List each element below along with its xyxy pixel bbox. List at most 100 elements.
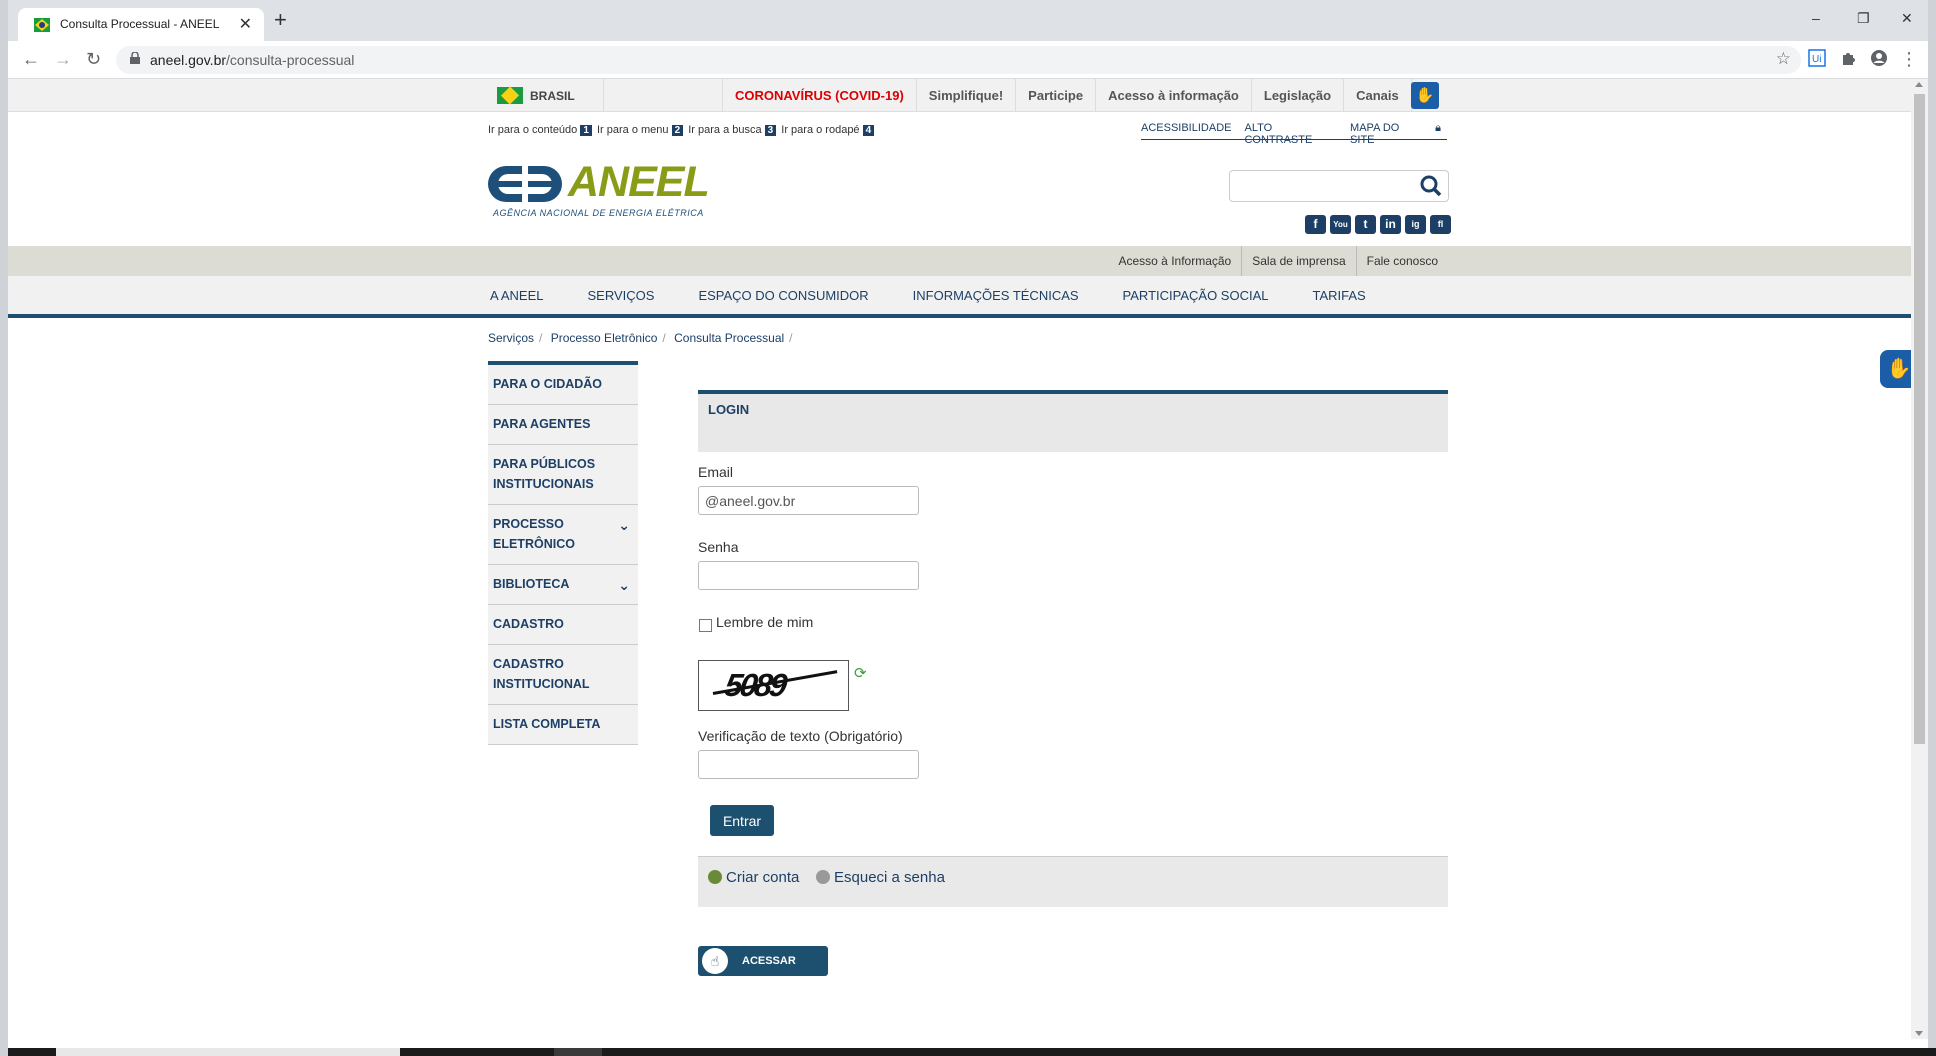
- skip-key: 1: [580, 125, 592, 136]
- create-account-link[interactable]: Criar conta: [708, 869, 799, 886]
- sidebar-item-label: CADASTRO INSTITUCIONAL: [493, 657, 590, 691]
- captcha-input[interactable]: [698, 750, 919, 779]
- bookmark-star-icon[interactable]: ☆: [1776, 49, 1791, 69]
- sidebar-item-label: LISTA COMPLETA: [493, 717, 601, 731]
- breadcrumb-servicos[interactable]: Serviços: [488, 331, 534, 345]
- back-icon[interactable]: ←: [22, 49, 40, 70]
- sidebar-item-label: PARA AGENTES: [493, 417, 591, 431]
- scrollbar[interactable]: [1911, 79, 1928, 1039]
- menu-kebab-icon[interactable]: ⋮: [1900, 49, 1918, 70]
- new-tab-button[interactable]: +: [274, 9, 287, 31]
- vlibras-hand-icon[interactable]: ✋: [1411, 82, 1439, 109]
- brasil-link[interactable]: BRASIL: [490, 79, 604, 112]
- flickr-icon[interactable]: fl: [1430, 215, 1451, 234]
- gov-link-participe[interactable]: Participe: [1016, 79, 1097, 112]
- remember-me-label[interactable]: Lembre de mim: [716, 614, 813, 630]
- sidebar-item-cadastro-institucional[interactable]: CADASTRO INSTITUCIONAL: [488, 645, 638, 705]
- url-input[interactable]: aneel.gov.br/consulta-processual ☆: [116, 46, 1801, 74]
- restore-button[interactable]: ❐: [1857, 10, 1870, 27]
- sidebar: PARA O CIDADÃO PARA AGENTES PARA PÚBLICO…: [488, 361, 638, 745]
- search-icon[interactable]: [1420, 175, 1442, 197]
- sidebar-item-cidadao[interactable]: PARA O CIDADÃO: [488, 365, 638, 405]
- minimize-button[interactable]: –: [1812, 10, 1820, 26]
- scroll-down-icon[interactable]: [1915, 1031, 1923, 1036]
- password-field[interactable]: [698, 561, 919, 590]
- instagram-icon[interactable]: ig: [1405, 215, 1426, 234]
- sidebar-item-lista-completa[interactable]: LISTA COMPLETA: [488, 705, 638, 745]
- ui-extension-icon[interactable]: Ui: [1808, 49, 1826, 67]
- sidebar-item-processo-eletronico[interactable]: PROCESSO ELETRÔNICO ⌄: [488, 505, 638, 565]
- tab-bar: Consulta Processual - ANEEL ✕ + – ❐ ✕: [8, 0, 1928, 41]
- sublink-fale-conosco[interactable]: Fale conosco: [1355, 246, 1448, 276]
- gov-link-legislacao[interactable]: Legislação: [1252, 79, 1345, 112]
- nav-tarifas[interactable]: TARIFAS: [1310, 276, 1367, 316]
- skip-link-search[interactable]: Ir para a busca: [688, 124, 761, 136]
- skip-key: 2: [671, 125, 684, 136]
- captcha-image: 5089: [698, 660, 849, 711]
- accessibility-link[interactable]: ACESSIBILIDADE: [1141, 122, 1231, 139]
- gov-bar: BRASIL CORONAVÍRUS (COVID-19) Simplifiqu…: [8, 79, 1911, 112]
- acessar-label: ACESSAR: [742, 955, 796, 967]
- extensions-puzzle-icon[interactable]: [1840, 49, 1858, 67]
- breadcrumb-processo-eletronico[interactable]: Processo Eletrônico: [551, 331, 658, 345]
- tab-title: Consulta Processual - ANEEL: [60, 17, 220, 31]
- breadcrumb: Serviços / Processo Eletrônico / Consulta …: [488, 331, 798, 345]
- nav-a-aneel[interactable]: A ANEEL: [488, 276, 545, 316]
- aneel-logo[interactable]: ANEEL AGÊNCIA NACIONAL DE ENERGIA ELÉTRI…: [488, 158, 710, 224]
- close-window-button[interactable]: ✕: [1901, 10, 1913, 27]
- profile-icon[interactable]: [1870, 49, 1888, 67]
- facebook-icon[interactable]: f: [1305, 215, 1326, 234]
- tab-close-icon[interactable]: ✕: [239, 14, 252, 34]
- scroll-up-icon[interactable]: [1915, 82, 1923, 87]
- sub-links: Acesso à Informação Sala de imprensa Fal…: [1109, 246, 1449, 276]
- high-contrast-link[interactable]: ALTO CONTRASTE: [1244, 122, 1337, 146]
- refresh-captcha-icon[interactable]: ⟳: [854, 664, 867, 682]
- nav-participacao-social[interactable]: PARTICIPAÇÃO SOCIAL: [1121, 276, 1271, 316]
- forward-icon[interactable]: →: [54, 49, 72, 70]
- skip-link-footer[interactable]: Ir para o rodapé: [781, 124, 859, 136]
- twitter-icon[interactable]: t: [1355, 215, 1376, 234]
- nav-servicos[interactable]: SERVIÇOS: [585, 276, 656, 316]
- email-field[interactable]: [698, 486, 919, 515]
- taskbar-search[interactable]: [56, 1048, 400, 1056]
- chevron-down-icon[interactable]: ⌄: [618, 575, 630, 595]
- breadcrumb-consulta-processual[interactable]: Consulta Processual: [674, 331, 784, 345]
- forgot-password-link[interactable]: Esqueci a senha: [816, 869, 945, 886]
- nav-espaco-consumidor[interactable]: ESPAÇO DO CONSUMIDOR: [696, 276, 870, 316]
- svg-text:Ui: Ui: [1812, 54, 1821, 65]
- sublink-acesso-informacao[interactable]: Acesso à Informação: [1109, 246, 1242, 276]
- chevron-down-icon[interactable]: ⌄: [618, 515, 630, 535]
- gov-link-acesso-informacao[interactable]: Acesso à informação: [1096, 79, 1252, 112]
- nav-informacoes-tecnicas[interactable]: INFORMAÇÕES TÉCNICAS: [911, 276, 1081, 316]
- sub-links-bar: Acesso à Informação Sala de imprensa Fal…: [8, 246, 1911, 276]
- search-input[interactable]: [1229, 170, 1449, 202]
- gov-link-canais[interactable]: Canais: [1344, 79, 1412, 112]
- remember-me-checkbox[interactable]: [699, 619, 712, 632]
- sublink-sala-imprensa[interactable]: Sala de imprensa: [1241, 246, 1355, 276]
- acessar-button[interactable]: ☝ ACESSAR: [698, 946, 828, 976]
- sidebar-item-publicos-institucionais[interactable]: PARA PÚBLICOS INSTITUCIONAIS: [488, 445, 638, 505]
- gov-link-simplifique[interactable]: Simplifique!: [917, 79, 1017, 112]
- sidebar-item-cadastro[interactable]: CADASTRO: [488, 605, 638, 645]
- sidebar-item-agentes[interactable]: PARA AGENTES: [488, 405, 638, 445]
- sidebar-item-biblioteca[interactable]: BIBLIOTECA ⌄: [488, 565, 638, 605]
- sidebar-item-label: PROCESSO ELETRÔNICO: [493, 517, 575, 551]
- scrollbar-thumb[interactable]: [1914, 94, 1925, 744]
- browser-tab[interactable]: Consulta Processual - ANEEL ✕: [18, 8, 264, 41]
- create-account-label: Criar conta: [726, 869, 800, 886]
- linkedin-icon[interactable]: in: [1380, 215, 1401, 234]
- taskbar-item[interactable]: [554, 1048, 602, 1056]
- login-submit-button[interactable]: Entrar: [710, 805, 774, 836]
- brazil-flag-icon: [34, 18, 50, 32]
- skip-link-content[interactable]: Ir para o conteúdo: [488, 124, 577, 136]
- address-bar: ← → ↻ aneel.gov.br/consulta-processual ☆…: [8, 41, 1928, 79]
- reload-icon[interactable]: ↻: [86, 49, 101, 70]
- accessibility-bar: ACESSIBILIDADE ALTO CONTRASTE MAPA DO SI…: [1141, 122, 1447, 146]
- skip-link-menu[interactable]: Ir para o menu: [597, 124, 669, 136]
- forgot-password-label: Esqueci a senha: [834, 869, 945, 886]
- sitemap-link[interactable]: MAPA DO SITE: [1350, 122, 1422, 146]
- sidebar-item-label: PARA PÚBLICOS INSTITUCIONAIS: [493, 457, 596, 491]
- gov-link-covid[interactable]: CORONAVÍRUS (COVID-19): [723, 79, 917, 112]
- browser-window: Consulta Processual - ANEEL ✕ + – ❐ ✕ ← …: [0, 0, 1936, 1056]
- youtube-icon[interactable]: You: [1330, 215, 1351, 234]
